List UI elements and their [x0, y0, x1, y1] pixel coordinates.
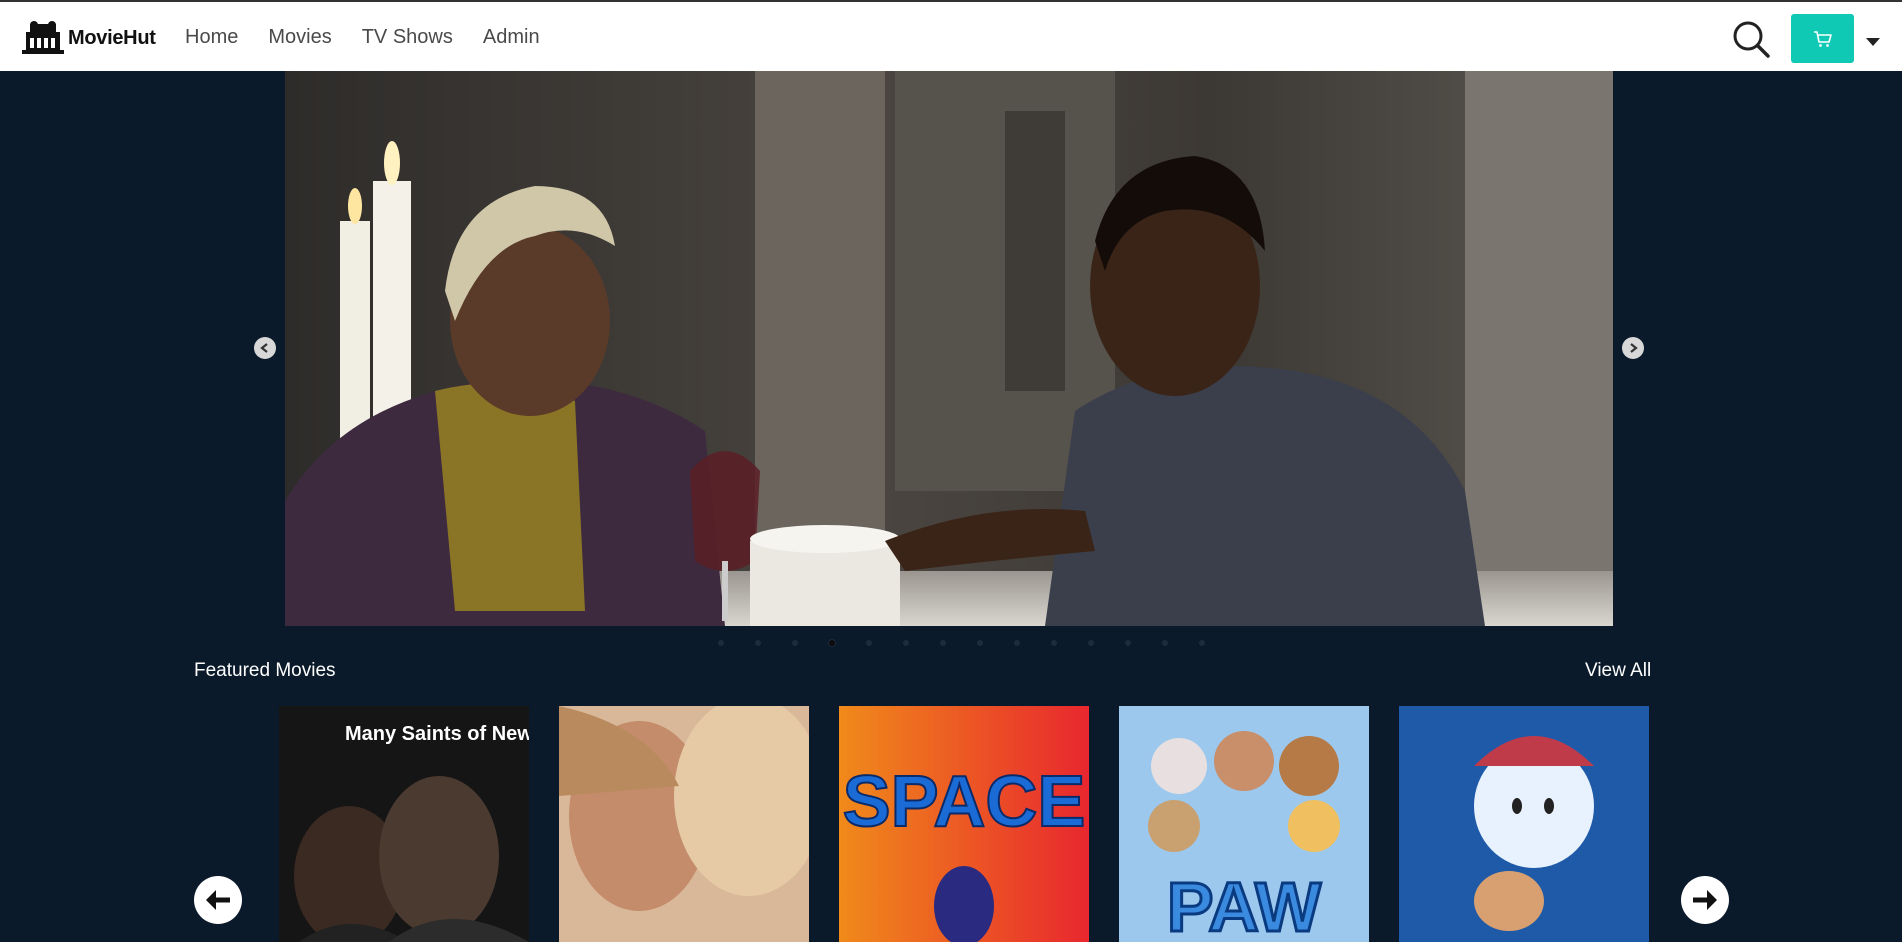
cart-icon — [1813, 30, 1832, 47]
brand-logo[interactable]: MovieHut — [20, 20, 156, 56]
carousel-dot[interactable] — [1014, 640, 1020, 646]
hero-image — [285, 71, 1613, 626]
carousel-dot[interactable] — [755, 640, 761, 646]
movie-poster[interactable]: Many Saints of Newark — [279, 706, 529, 942]
arrow-left-icon — [206, 890, 230, 910]
carousel-dot[interactable] — [829, 640, 835, 646]
carousel-dot[interactable] — [866, 640, 872, 646]
chevron-left-icon — [260, 343, 268, 353]
movie-poster[interactable] — [1399, 706, 1649, 942]
arrow-right-icon — [1693, 890, 1717, 910]
hero-carousel-slide — [285, 71, 1613, 626]
nav-tv-shows[interactable]: TV Shows — [362, 26, 453, 49]
hero-prev-button[interactable] — [254, 337, 276, 359]
movie-poster[interactable] — [559, 706, 809, 942]
hero-pagination — [718, 640, 1236, 646]
movie-poster[interactable]: SPACE — [839, 706, 1089, 942]
nav-home[interactable]: Home — [185, 26, 238, 49]
carousel-dot[interactable] — [1051, 640, 1057, 646]
nav-movies[interactable]: Movies — [268, 26, 331, 49]
cart-button[interactable] — [1791, 14, 1854, 63]
carousel-dot[interactable] — [903, 640, 909, 646]
brand-name: MovieHut — [68, 26, 156, 49]
carousel-dot[interactable] — [1088, 640, 1094, 646]
theater-building-icon — [22, 21, 64, 54]
poster-title: PAW — [1167, 868, 1321, 942]
carousel-dot[interactable] — [940, 640, 946, 646]
search-icon[interactable] — [1732, 20, 1770, 58]
featured-movies-heading: Featured Movies — [194, 660, 336, 681]
main-nav: Home Movies TV Shows Admin — [185, 2, 570, 73]
featured-next-button[interactable] — [1681, 876, 1729, 924]
poster-title: SPACE — [843, 762, 1086, 842]
carousel-dot[interactable] — [792, 640, 798, 646]
view-all-link[interactable]: View All — [1585, 660, 1651, 682]
caret-down-icon[interactable] — [1866, 38, 1880, 46]
carousel-dot[interactable] — [977, 640, 983, 646]
carousel-dot[interactable] — [1162, 640, 1168, 646]
movie-poster[interactable]: PAW — [1119, 706, 1369, 942]
carousel-dot[interactable] — [718, 640, 724, 646]
hero-next-button[interactable] — [1622, 337, 1644, 359]
top-navbar: MovieHut Home Movies TV Shows Admin — [0, 0, 1902, 71]
carousel-dot[interactable] — [1125, 640, 1131, 646]
featured-prev-button[interactable] — [194, 876, 242, 924]
carousel-dot[interactable] — [1199, 640, 1205, 646]
poster-title: Many Saints of Newark — [345, 723, 529, 745]
chevron-right-icon — [1630, 343, 1638, 353]
nav-admin[interactable]: Admin — [483, 26, 540, 49]
